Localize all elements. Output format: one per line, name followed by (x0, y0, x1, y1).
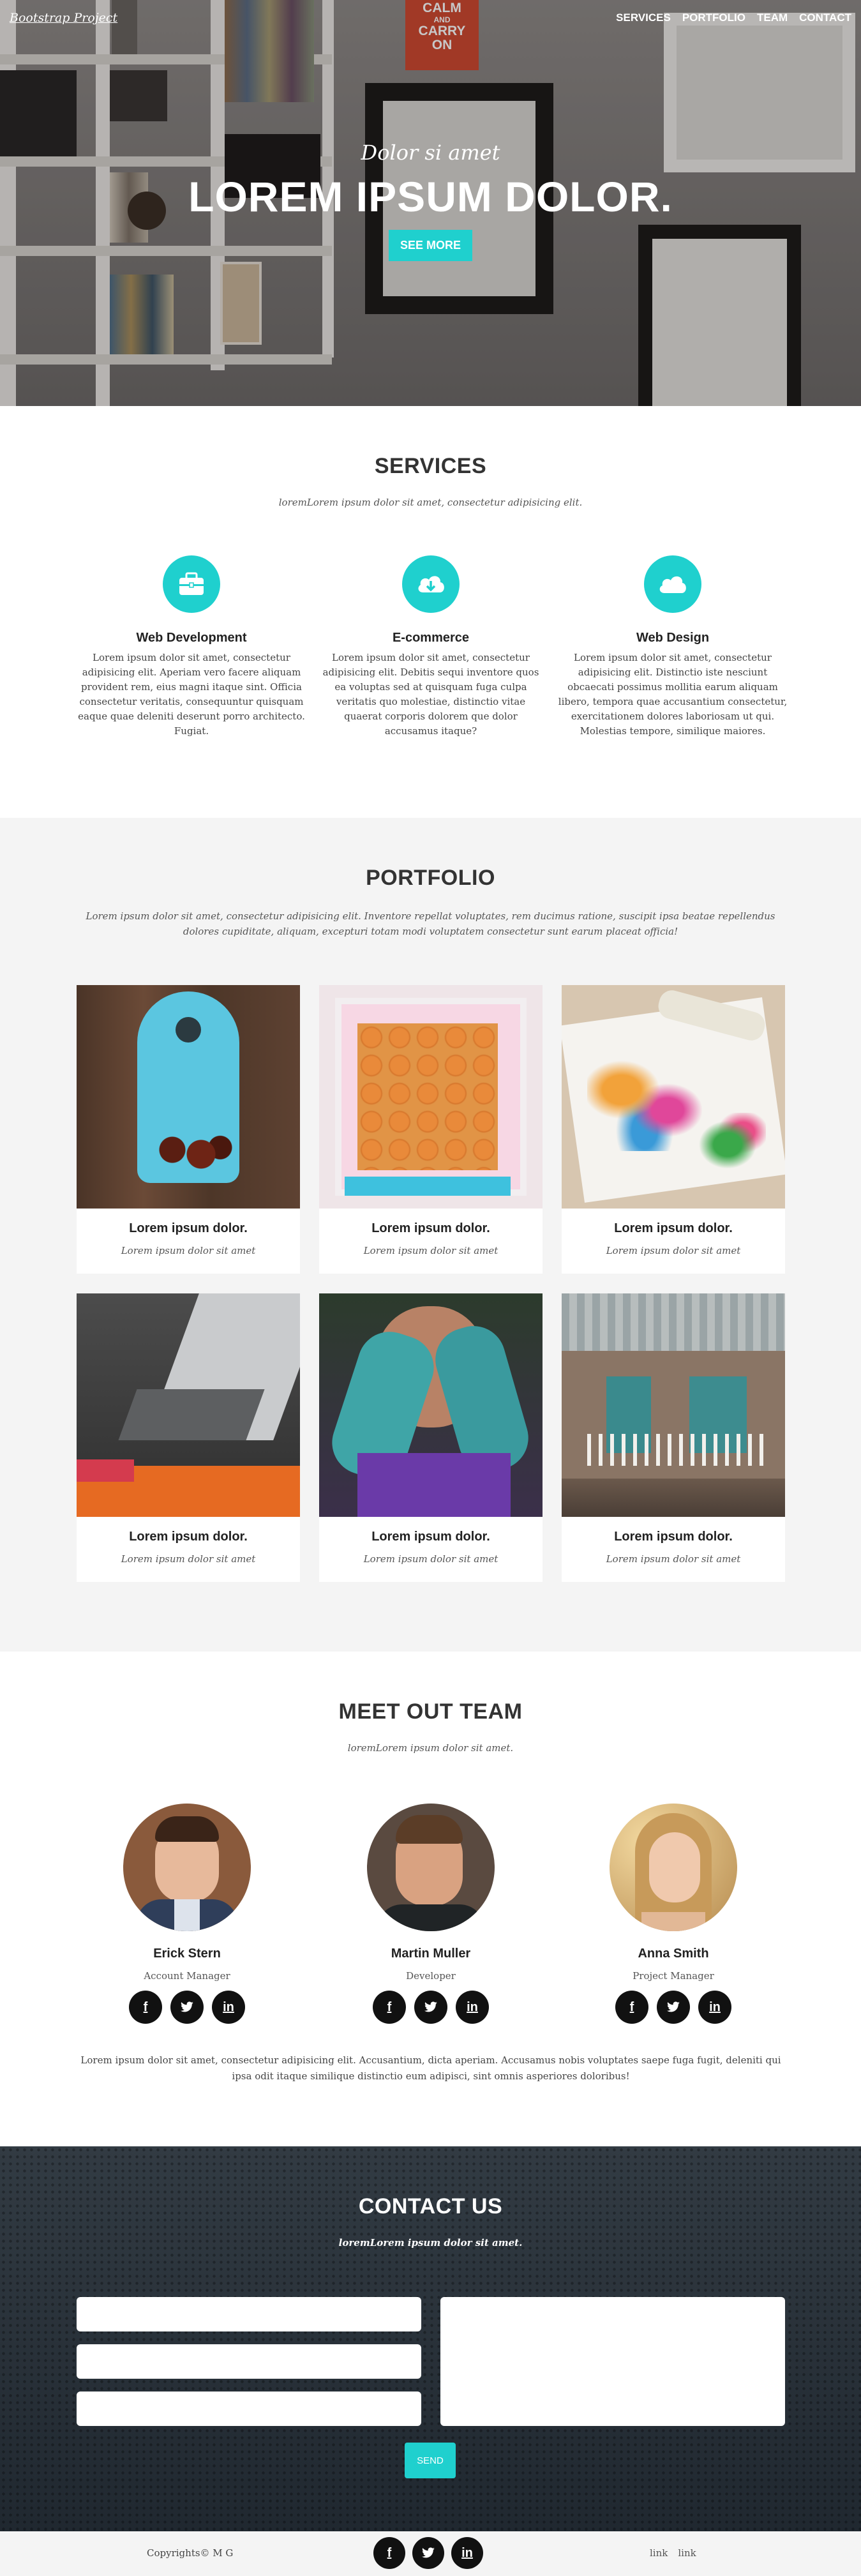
avatar (123, 1804, 251, 1931)
member-name: Erick Stern (153, 1947, 221, 1961)
cloud-icon (644, 555, 701, 613)
hero-content: Dolor si amet LOREM IPSUM DOLOR. SEE MOR… (0, 140, 861, 261)
avatar (610, 1804, 737, 1931)
services-subtitle: loremLorem ipsum dolor sit amet, consect… (278, 497, 583, 508)
briefcase-icon (163, 555, 220, 613)
twitter-icon[interactable] (414, 1991, 447, 2024)
team-title: MEET OUT TEAM (338, 1699, 523, 1724)
portfolio-card-title: Lorem ipsum dolor. (129, 1530, 248, 1544)
portfolio-card[interactable]: Lorem ipsum dolor. Lorem ipsum dolor sit… (562, 1293, 785, 1582)
see-more-button[interactable]: SEE MORE (388, 230, 473, 261)
portfolio-card-subtitle: Lorem ipsum dolor sit amet (121, 1245, 256, 1256)
portfolio-card-subtitle: Lorem ipsum dolor sit amet (363, 1245, 498, 1256)
team-subtitle: loremLorem ipsum dolor sit amet. (347, 1742, 514, 1754)
linkedin-icon[interactable]: in (698, 1991, 731, 2024)
nav-link-contact[interactable]: CONTACT (799, 11, 851, 24)
facebook-icon[interactable]: f (373, 2537, 405, 2569)
member-name: Martin Muller (391, 1947, 471, 1961)
footer: Copyrights© M G f in link link (0, 2531, 861, 2576)
navbar: Bootstrap Project SERVICES PORTFOLIO TEA… (0, 0, 861, 36)
portfolio-card[interactable]: Lorem ipsum dolor. Lorem ipsum dolor sit… (77, 1293, 300, 1582)
team-description: Lorem ipsum dolor sit amet, consectetur … (80, 2054, 781, 2082)
footer-link[interactable]: link (678, 2547, 696, 2559)
twitter-icon[interactable] (412, 2537, 444, 2569)
portfolio-card-title: Lorem ipsum dolor. (371, 1530, 490, 1544)
linkedin-icon[interactable]: in (451, 2537, 483, 2569)
contact-section: CONTACT US loremLorem ipsum dolor sit am… (0, 2146, 861, 2531)
member-social: f in (348, 1991, 514, 2024)
member-role: Developer (406, 1970, 456, 1982)
portfolio-image (319, 1293, 543, 1517)
service-item: Web Design Lorem ipsum dolor sit amet, c… (558, 555, 788, 739)
service-text: Lorem ipsum dolor sit amet, consectetur … (78, 652, 305, 737)
name-field[interactable] (77, 2297, 421, 2331)
contact-subtitle: loremLorem ipsum dolor sit amet. (338, 2237, 523, 2248)
team-member: Martin Muller Developer f in (348, 1804, 514, 2024)
service-name: E-commerce (392, 631, 470, 645)
nav-links: SERVICES PORTFOLIO TEAM CONTACT (616, 11, 851, 24)
cloud-download-icon (402, 555, 460, 613)
nav-link-portfolio[interactable]: PORTFOLIO (682, 11, 745, 24)
services-section: SERVICES loremLorem ipsum dolor sit amet… (0, 406, 861, 818)
twitter-icon[interactable] (657, 1991, 690, 2024)
portfolio-image (562, 985, 785, 1209)
portfolio-card[interactable]: Lorem ipsum dolor. Lorem ipsum dolor sit… (319, 1293, 543, 1582)
linkedin-icon[interactable]: in (212, 1991, 245, 2024)
facebook-icon[interactable]: f (373, 1991, 406, 2024)
portfolio-image (319, 985, 543, 1209)
team-member: Erick Stern Account Manager f in (104, 1804, 270, 2024)
nav-link-services[interactable]: SERVICES (616, 11, 671, 24)
service-item: Web Development Lorem ipsum dolor sit am… (77, 555, 306, 739)
portfolio-card-title: Lorem ipsum dolor. (614, 1221, 733, 1235)
portfolio-card-subtitle: Lorem ipsum dolor sit amet (606, 1553, 741, 1565)
facebook-icon[interactable]: f (129, 1991, 162, 2024)
portfolio-image (77, 985, 300, 1209)
portfolio-card-subtitle: Lorem ipsum dolor sit amet (363, 1553, 498, 1565)
nav-link-team[interactable]: TEAM (757, 11, 788, 24)
service-text: Lorem ipsum dolor sit amet, consectetur … (322, 652, 539, 737)
portfolio-card[interactable]: Lorem ipsum dolor. Lorem ipsum dolor sit… (319, 985, 543, 1274)
avatar (367, 1804, 495, 1931)
member-role: Project Manager (633, 1970, 714, 1982)
service-text: Lorem ipsum dolor sit amet, consectetur … (558, 652, 788, 737)
copyright-text: Copyrights© M G (147, 2547, 234, 2559)
hero-title: LOREM IPSUM DOLOR. (188, 173, 673, 220)
team-section: MEET OUT TEAM loremLorem ipsum dolor sit… (0, 1652, 861, 2146)
brand-link[interactable]: Bootstrap Project (10, 11, 117, 25)
member-role: Account Manager (144, 1970, 230, 1982)
services-title: SERVICES (374, 454, 487, 478)
subject-field[interactable] (77, 2391, 421, 2426)
portfolio-card[interactable]: Lorem ipsum dolor. Lorem ipsum dolor sit… (77, 985, 300, 1274)
portfolio-section: PORTFOLIO Lorem ipsum dolor sit amet, co… (0, 818, 861, 1652)
portfolio-card-title: Lorem ipsum dolor. (129, 1221, 248, 1235)
twitter-icon[interactable] (170, 1991, 204, 2024)
portfolio-subtitle: Lorem ipsum dolor sit amet, consectetur … (86, 910, 775, 937)
team-member: Anna Smith Project Manager f in (590, 1804, 756, 2024)
portfolio-card-subtitle: Lorem ipsum dolor sit amet (121, 1553, 256, 1565)
message-field[interactable] (440, 2297, 785, 2426)
footer-links: link link (650, 2547, 696, 2559)
portfolio-card-title: Lorem ipsum dolor. (371, 1221, 490, 1235)
service-name: Web Development (136, 631, 247, 645)
service-name: Web Design (636, 631, 710, 645)
hero-subtitle: Dolor si amet (361, 140, 500, 165)
member-social: f in (104, 1991, 270, 2024)
email-field[interactable] (77, 2344, 421, 2379)
contact-title: CONTACT US (358, 2194, 503, 2218)
portfolio-image (562, 1293, 785, 1517)
portfolio-card-subtitle: Lorem ipsum dolor sit amet (606, 1245, 741, 1256)
linkedin-icon[interactable]: in (456, 1991, 489, 2024)
member-social: f in (590, 1991, 756, 2024)
portfolio-card[interactable]: Lorem ipsum dolor. Lorem ipsum dolor sit… (562, 985, 785, 1274)
portfolio-card-title: Lorem ipsum dolor. (614, 1530, 733, 1544)
service-item: E-commerce Lorem ipsum dolor sit amet, c… (316, 555, 546, 739)
hero-section: CALM AND CARRY ON Dolor si amet LOREM IP… (0, 0, 861, 406)
footer-link[interactable]: link (650, 2547, 668, 2559)
member-name: Anna Smith (638, 1947, 709, 1961)
portfolio-image (77, 1293, 300, 1517)
facebook-icon[interactable]: f (615, 1991, 648, 2024)
footer-social: f in (373, 2537, 483, 2569)
portfolio-title: PORTFOLIO (366, 866, 495, 890)
send-button[interactable]: SEND (405, 2443, 456, 2478)
